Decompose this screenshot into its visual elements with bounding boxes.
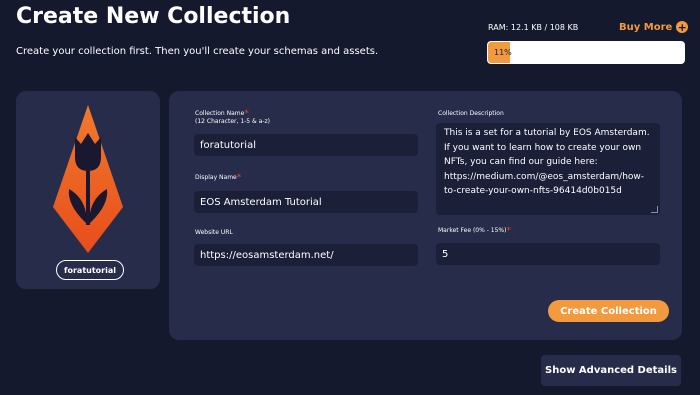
show-advanced-details-button[interactable]: Show Advanced Details <box>541 355 681 386</box>
page-subtitle: Create your collection first. Then you'l… <box>16 46 379 57</box>
ram-label: RAM: 12.1 KB / 108 KB <box>488 23 579 32</box>
collection-description-textarea[interactable]: This is a set for a tutorial by EOS Amst… <box>436 123 660 215</box>
collection-name-label-text: Collection Name <box>195 110 245 117</box>
create-collection-button[interactable]: Create Collection <box>548 300 669 322</box>
collection-name-badge: foratutorial <box>56 260 124 280</box>
display-name-label: Display Name* <box>195 173 242 183</box>
description-line: This is a set for a tutorial by EOS Amst… <box>444 128 650 138</box>
collection-logo-card: foratutorial <box>16 91 160 289</box>
market-fee-label: Market Fee (0% - 15%)* <box>438 226 511 236</box>
page-title: Create New Collection <box>16 4 291 29</box>
display-name-label-text: Display Name <box>195 174 237 181</box>
description-line: to-create-your-own-nfts-96414d0b015d <box>444 186 622 196</box>
collection-description-label: Collection Description <box>438 110 504 117</box>
description-line: https://medium.com/@eos_amsterdam/how- <box>444 171 645 182</box>
buy-more-button[interactable]: Buy More + <box>619 20 689 34</box>
collection-name-hint: (12 Character, 1-5 & a-z) <box>195 118 270 125</box>
resize-handle-icon[interactable] <box>651 206 658 213</box>
plus-icon: + <box>676 20 689 34</box>
ram-percent: 11% <box>494 48 512 57</box>
tulip-logo-icon <box>53 105 123 253</box>
required-mark: * <box>506 226 511 236</box>
required-mark: * <box>236 173 242 183</box>
collection-name-label: Collection Name* (12 Character, 1-5 & a-… <box>195 110 270 126</box>
market-fee-label-text: Market Fee (0% - 15%) <box>438 227 507 234</box>
website-url-input[interactable]: https://eosamsterdam.net/ <box>194 244 418 266</box>
description-line: NFTs, you can find our guide here: <box>444 157 598 167</box>
market-fee-input[interactable]: 5 <box>436 243 660 265</box>
display-name-input[interactable]: EOS Amsterdam Tutorial <box>194 191 418 213</box>
ram-progress-fill: 11% <box>488 42 512 63</box>
buy-more-label: Buy More <box>619 21 673 33</box>
description-line: If you want to learn how to create your … <box>444 142 642 153</box>
collection-name-input[interactable]: foratutorial <box>194 134 418 156</box>
website-url-label: Website URL <box>195 229 233 236</box>
ram-progress-bar: 11% <box>487 41 685 64</box>
